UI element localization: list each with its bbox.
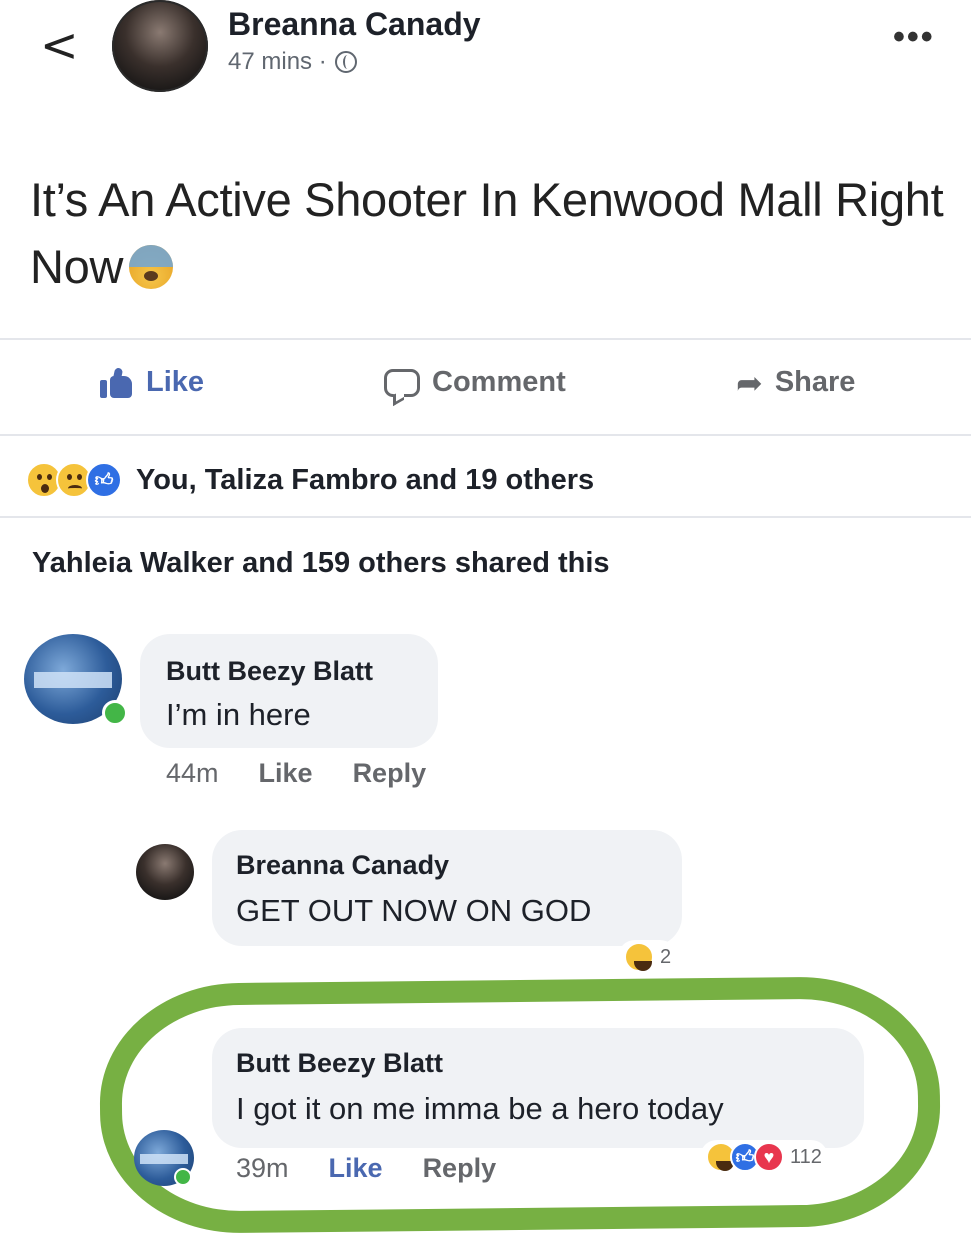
- reply-like-button[interactable]: Like: [329, 1153, 383, 1184]
- post-time[interactable]: 47 mins ·: [228, 48, 327, 76]
- reply-actions: 39m Like Reply: [236, 1153, 496, 1184]
- post-author-name[interactable]: Breanna Canady: [228, 6, 481, 43]
- post-meta: 47 mins ·: [228, 48, 357, 76]
- comment-author[interactable]: Butt Beezy Blatt: [166, 656, 373, 687]
- comment-text: I’m in here: [166, 697, 311, 732]
- reply-time[interactable]: 39m: [236, 1153, 289, 1184]
- divider: [0, 516, 971, 518]
- thumbs-up-icon: [100, 366, 134, 398]
- reply-reactions[interactable]: 2: [618, 940, 678, 974]
- comment-reply-button[interactable]: Reply: [353, 758, 427, 789]
- haha-reaction-icon: [624, 942, 654, 972]
- more-options-icon[interactable]: •••: [893, 20, 935, 54]
- comment-time[interactable]: 44m: [166, 758, 219, 789]
- divider: [0, 434, 971, 436]
- share-button[interactable]: ➦ Share: [736, 366, 855, 399]
- reply-text: GET OUT NOW ON GOD: [236, 893, 592, 928]
- reply-author[interactable]: Butt Beezy Blatt: [236, 1048, 443, 1079]
- like-button[interactable]: Like: [100, 366, 204, 399]
- like-reaction-icon: 👍︎: [86, 462, 122, 498]
- reply-author-avatar[interactable]: [134, 1130, 194, 1186]
- online-status-indicator: [174, 1168, 192, 1186]
- reply-text: I got it on me imma be a hero today: [236, 1091, 724, 1126]
- reply-reaction-count: 112: [790, 1145, 822, 1168]
- shares-summary[interactable]: Yahleia Walker and 159 others shared thi…: [32, 547, 610, 580]
- globe-icon: [334, 51, 357, 73]
- author-avatar[interactable]: [112, 0, 208, 92]
- comment-like-button[interactable]: Like: [259, 758, 313, 789]
- comment-button-label: Comment: [432, 366, 566, 398]
- like-button-label: Like: [146, 366, 205, 398]
- commenter-avatar[interactable]: [24, 634, 128, 726]
- reply-author[interactable]: Breanna Canady: [236, 850, 449, 881]
- online-status-indicator: [102, 700, 128, 726]
- reactions-summary-text: You, Taliza Fambro and 19 others: [136, 463, 595, 496]
- reply-bubble: [212, 1028, 864, 1148]
- reply-author-avatar[interactable]: [136, 844, 194, 900]
- comment-button[interactable]: Comment: [384, 366, 566, 399]
- share-arrow-icon: ➦: [736, 363, 763, 402]
- reply-reaction-count: 2: [660, 945, 672, 968]
- love-reaction-icon: ♥: [754, 1142, 784, 1172]
- anxious-face-emoji-icon: [129, 245, 174, 289]
- back-icon[interactable]: <: [40, 22, 79, 68]
- reply-reactions[interactable]: 👍︎ ♥ 112: [700, 1140, 828, 1174]
- divider: [0, 338, 971, 340]
- comment-bubble-icon: [384, 368, 420, 397]
- share-button-label: Share: [774, 366, 856, 398]
- post-text: It’s An Active Shooter In Kenwood Mall R…: [30, 166, 950, 300]
- reply-reply-button[interactable]: Reply: [423, 1153, 497, 1184]
- comment-actions: 44m Like Reply: [166, 758, 426, 789]
- reactions-summary[interactable]: 👍︎ You, Taliza Fambro and 19 others: [26, 462, 594, 498]
